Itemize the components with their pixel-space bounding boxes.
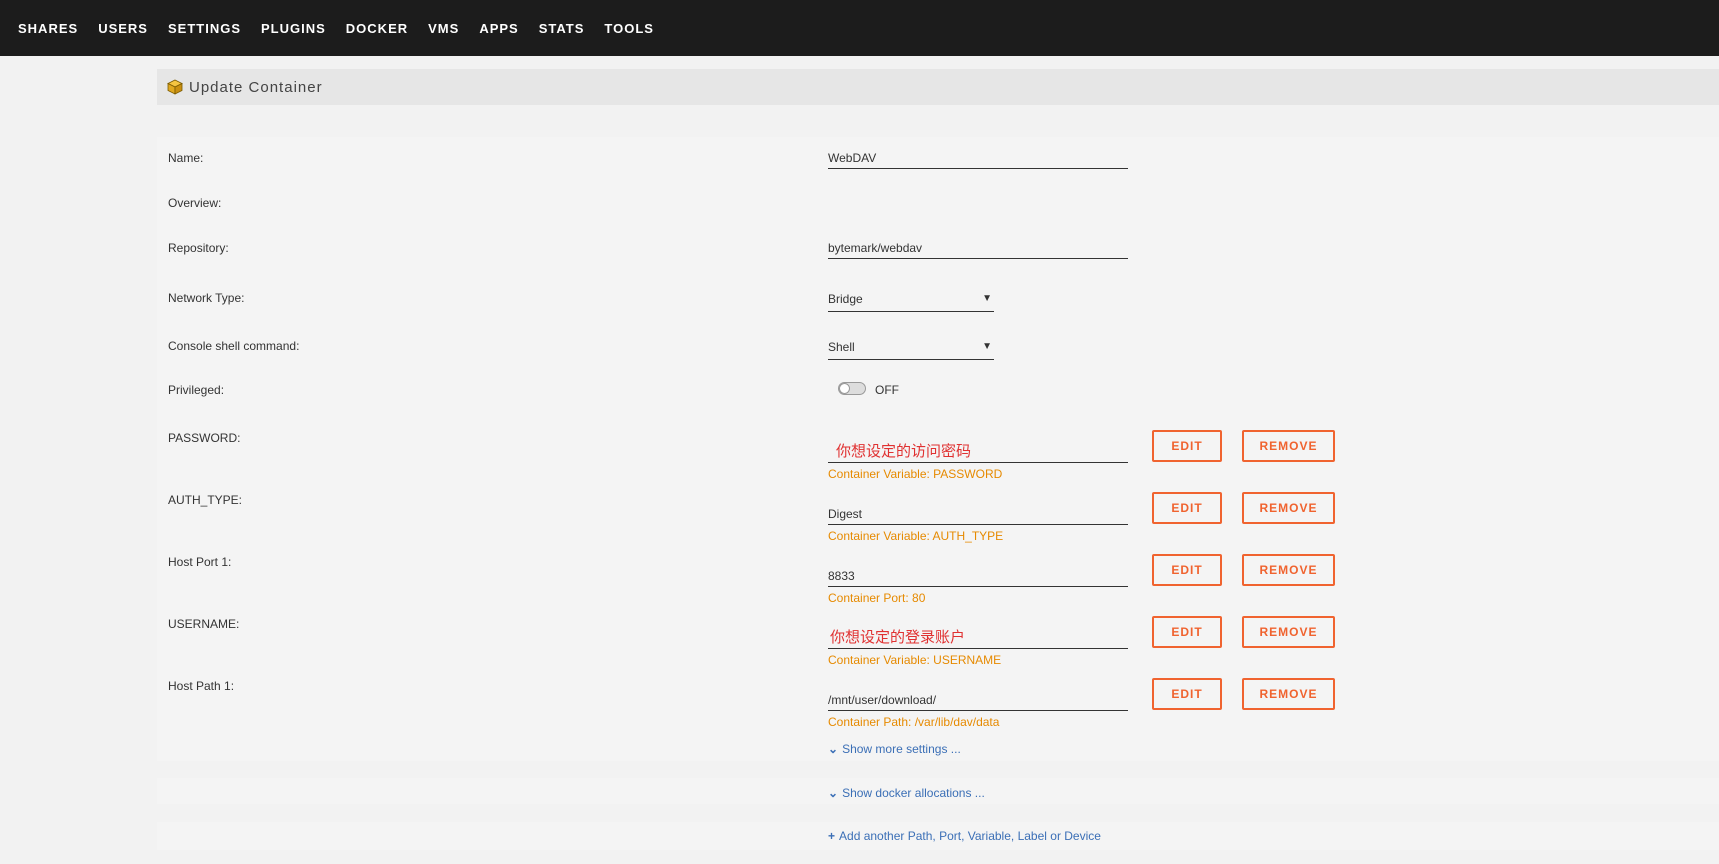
host-path-edit-button[interactable]: EDIT [1152,678,1222,710]
network-type-select[interactable]: Bridge ▼ [828,289,994,312]
console-shell-label: Console shell command: [168,339,300,353]
add-another-link[interactable]: + Add another Path, Port, Variable, Label… [828,829,1101,843]
auth-type-edit-button[interactable]: EDIT [1152,492,1222,524]
username-label: USERNAME: [168,617,240,631]
host-path-remove-button[interactable]: REMOVE [1242,678,1335,710]
overview-label: Overview: [168,196,222,210]
network-type-value: Bridge [828,292,863,306]
plus-icon: + [828,829,836,843]
page-header: Update Container [157,69,1719,105]
host-path-label: Host Path 1: [168,679,235,693]
network-type-label: Network Type: [168,291,245,305]
show-more-settings-link[interactable]: ⌄ Show more settings ... [828,742,961,756]
host-path-hint: Container Path: /var/lib/dav/data [828,715,1000,729]
console-shell-select[interactable]: Shell ▼ [828,337,994,360]
host-port-input[interactable]: 8833 [828,565,1128,587]
page-title: Update Container [189,78,323,96]
name-label: Name: [168,151,204,165]
nav-stats[interactable]: STATS [539,21,585,36]
privileged-toggle[interactable] [838,382,866,395]
dropdown-arrow-icon: ▼ [982,293,992,304]
console-shell-value: Shell [828,340,855,354]
chevron-down-icon: ⌄ [828,786,839,800]
nav-users[interactable]: USERS [98,21,148,36]
container-cube-icon [167,79,183,95]
password-edit-button[interactable]: EDIT [1152,430,1222,462]
main-nav: SHARES USERS SETTINGS PLUGINS DOCKER VMS… [0,0,674,56]
host-port-remove-button[interactable]: REMOVE [1242,554,1335,586]
password-hint: Container Variable: PASSWORD [828,467,1003,481]
nav-docker[interactable]: DOCKER [346,21,408,36]
auth-type-hint: Container Variable: AUTH_TYPE [828,529,1004,543]
name-input[interactable]: WebDAV [828,147,1128,169]
host-path-input[interactable]: /mnt/user/download/ [828,689,1128,711]
auth-type-remove-button[interactable]: REMOVE [1242,492,1335,524]
nav-tools[interactable]: TOOLS [604,21,654,36]
privileged-label: Privileged: [168,383,225,397]
repository-label: Repository: [168,241,229,255]
auth-type-input[interactable]: Digest [828,503,1128,525]
username-remove-button[interactable]: REMOVE [1242,616,1335,648]
host-port-hint: Container Port: 80 [828,591,926,605]
show-docker-allocations-link[interactable]: ⌄ Show docker allocations ... [828,786,985,800]
username-input[interactable]: 你想设定的登录账户 [828,627,1128,649]
toggle-knob [839,383,850,394]
show-docker-allocations-text: Show docker allocations ... [842,786,985,800]
password-label: PASSWORD: [168,431,241,445]
nav-settings[interactable]: SETTINGS [168,21,241,36]
host-port-label: Host Port 1: [168,555,232,569]
add-another-text: Add another Path, Port, Variable, Label … [839,829,1101,843]
auth-type-label: AUTH_TYPE: [168,493,243,507]
top-nav-bar: SHARES USERS SETTINGS PLUGINS DOCKER VMS… [0,0,1719,56]
nav-vms[interactable]: VMS [428,21,459,36]
nav-shares[interactable]: SHARES [18,21,78,36]
username-hint: Container Variable: USERNAME [828,653,1002,667]
chevron-down-icon: ⌄ [828,742,839,756]
repository-input[interactable]: bytemark/webdav [828,237,1128,259]
privileged-state: OFF [875,383,899,397]
dropdown-arrow-icon: ▼ [982,341,992,352]
nav-plugins[interactable]: PLUGINS [261,21,326,36]
show-more-settings-text: Show more settings ... [842,742,961,756]
host-port-edit-button[interactable]: EDIT [1152,554,1222,586]
username-edit-button[interactable]: EDIT [1152,616,1222,648]
password-remove-button[interactable]: REMOVE [1242,430,1335,462]
nav-apps[interactable]: APPS [479,21,518,36]
password-input[interactable]: 你想设定的访问密码 [828,441,1128,463]
